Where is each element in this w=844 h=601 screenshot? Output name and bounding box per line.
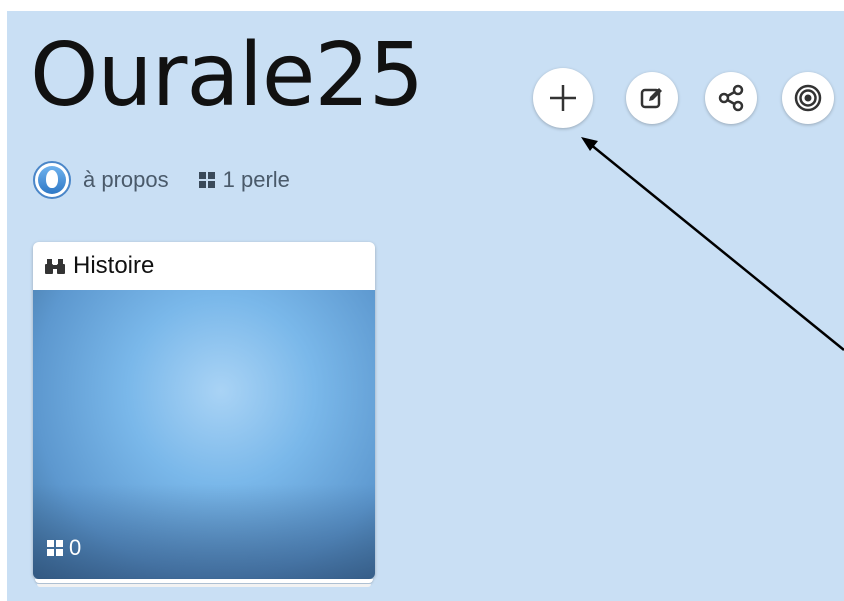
share-button[interactable] (705, 72, 757, 124)
target-button[interactable] (782, 72, 834, 124)
card-stack-edge (37, 584, 371, 587)
target-icon (794, 84, 822, 112)
add-button[interactable] (533, 68, 593, 128)
avatar[interactable] (33, 161, 71, 199)
card-footer: 0 (47, 535, 81, 561)
grid-icon (47, 540, 63, 556)
card-title: Histoire (73, 252, 155, 279)
pearl-card[interactable]: Histoire 0 (33, 242, 375, 579)
grid-icon (198, 172, 215, 188)
page-title: Ourale25 (30, 24, 424, 126)
card-image: 0 (33, 290, 375, 579)
card-stack-edge (35, 579, 373, 583)
plus-icon (550, 85, 576, 111)
share-icon (718, 84, 744, 112)
about-link[interactable]: à propos (83, 167, 169, 193)
card-count: 0 (69, 535, 82, 560)
edit-icon (640, 88, 662, 109)
binoculars-icon (45, 259, 65, 274)
collection-meta: à propos 1 perle (33, 160, 290, 200)
pearls-count: 1 perle (222, 167, 290, 192)
edit-button[interactable] (626, 72, 678, 124)
card-header: Histoire (33, 242, 375, 290)
